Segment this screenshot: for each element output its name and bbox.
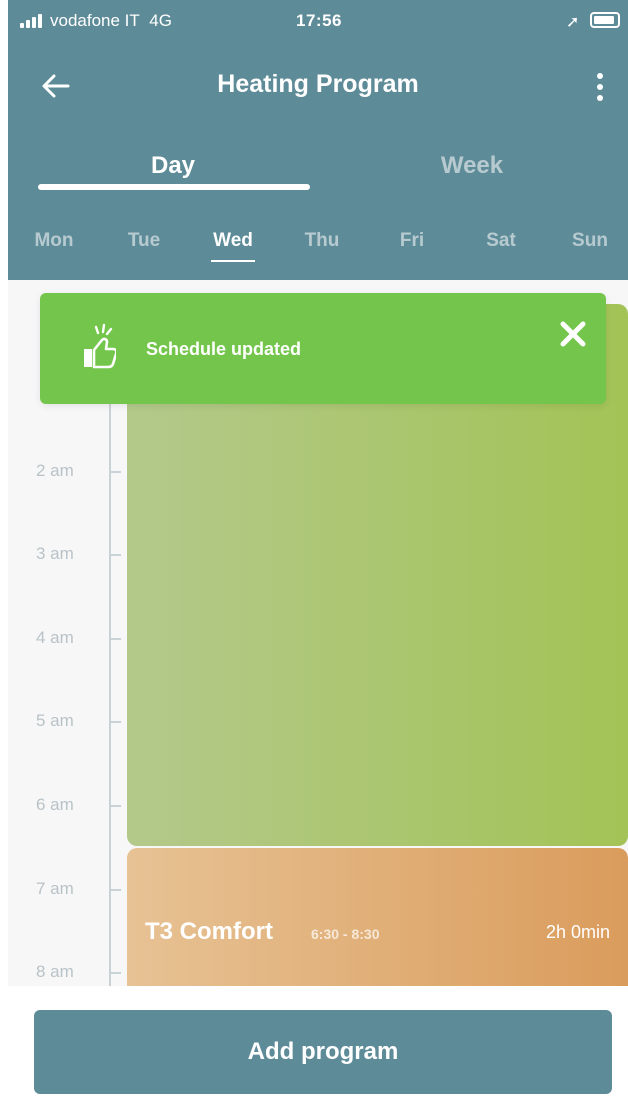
hour-label: 2 am — [36, 461, 74, 480]
toast-notification: Schedule updated — [40, 293, 606, 404]
status-bar: vodafone IT 4G 17:56 ➚ — [8, 0, 628, 44]
status-time: 17:56 — [296, 11, 342, 30]
program-name: T3 Comfort — [145, 918, 273, 945]
thumbs-up-icon — [84, 323, 116, 369]
location-icon: ➚ — [566, 14, 580, 31]
hour-tick — [109, 805, 121, 807]
close-icon — [560, 321, 586, 347]
top-bar: vodafone IT 4G 17:56 ➚ Heating Program D… — [8, 0, 628, 280]
day-sun[interactable]: Sun — [560, 230, 620, 252]
hour-tick — [109, 721, 121, 723]
hour-tick — [109, 972, 121, 974]
day-sat[interactable]: Sat — [471, 230, 531, 252]
hour-label: 7 am — [36, 879, 74, 898]
day-selector: Mon Tue Wed Thu Fri Sat Sun — [8, 230, 628, 262]
carrier-label: vodafone IT 4G — [50, 11, 172, 30]
program-duration: 2h 0min — [545, 922, 610, 942]
tab-week[interactable]: Week — [372, 152, 572, 180]
day-tue[interactable]: Tue — [114, 230, 174, 252]
program-block-t3-comfort[interactable]: T3 Comfort 6:30 - 8:30 2h 0min — [127, 848, 628, 986]
more-options-button[interactable] — [588, 70, 612, 106]
hour-label: 5 am — [36, 711, 74, 730]
day-thu[interactable]: Thu — [292, 230, 352, 252]
day-mon[interactable]: Mon — [24, 230, 84, 252]
signal-icon — [20, 14, 46, 28]
network-label: 4G — [149, 11, 172, 30]
hour-label: 6 am — [36, 795, 74, 814]
hour-tick — [109, 638, 121, 640]
hour-label: 4 am — [36, 628, 74, 647]
toast-close-button[interactable] — [558, 319, 588, 349]
battery-icon — [590, 12, 620, 28]
hour-tick — [109, 889, 121, 891]
day-fri[interactable]: Fri — [382, 230, 442, 252]
active-tab-indicator — [38, 184, 310, 190]
toast-message: Schedule updated — [146, 339, 302, 359]
tab-day[interactable]: Day — [73, 152, 273, 180]
add-program-button[interactable]: Add program — [34, 1010, 612, 1094]
hour-tick — [109, 471, 121, 473]
hour-label: 3 am — [36, 544, 74, 563]
page-title: Heating Program — [217, 70, 419, 98]
hour-tick — [109, 554, 121, 556]
program-time-range: 6:30 - 8:30 — [311, 926, 380, 942]
hour-label: 8 am — [36, 962, 74, 981]
day-wed[interactable]: Wed — [203, 230, 263, 262]
